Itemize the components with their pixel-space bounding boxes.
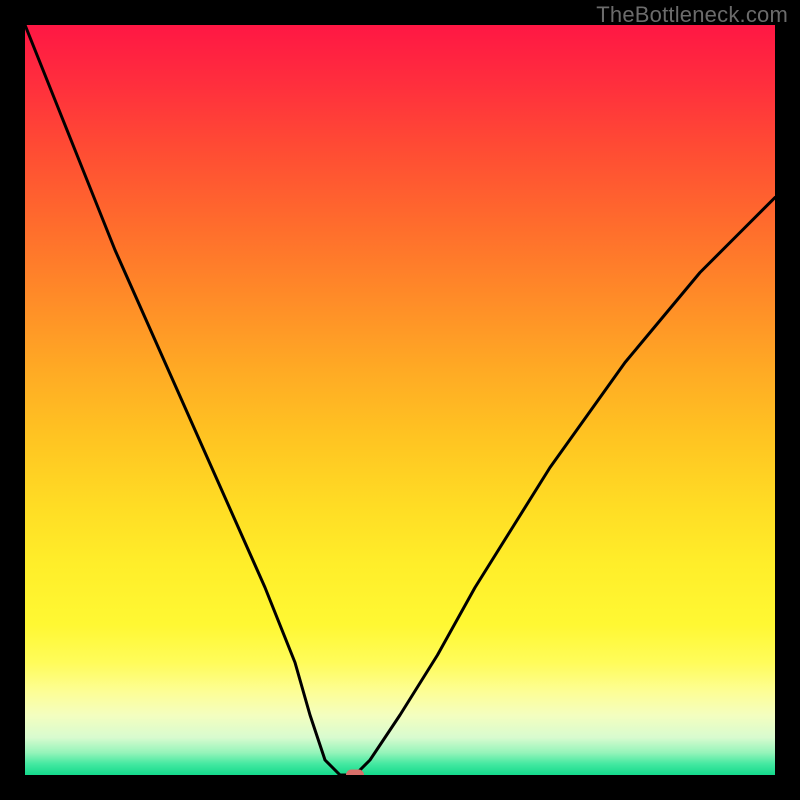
optimal-marker-icon bbox=[346, 770, 364, 776]
watermark-text: TheBottleneck.com bbox=[596, 2, 788, 28]
plot-area bbox=[25, 25, 775, 775]
chart-frame: TheBottleneck.com bbox=[0, 0, 800, 800]
bottleneck-curve bbox=[25, 25, 775, 775]
